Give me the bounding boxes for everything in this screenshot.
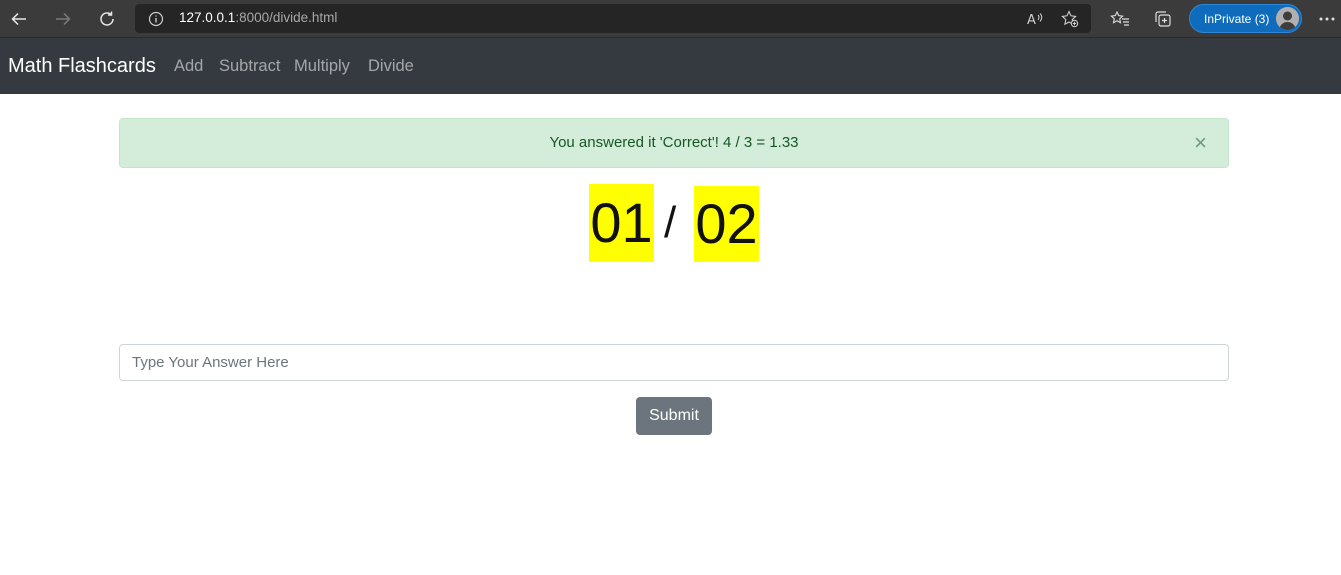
answer-input[interactable] [119, 344, 1229, 381]
more-icon[interactable] [1314, 6, 1340, 32]
nav-link-add[interactable]: Add [174, 57, 203, 76]
inprivate-label: InPrivate (3) [1204, 12, 1270, 26]
url-host: 127.0.0.1 [179, 10, 236, 25]
site-navbar: Math Flashcards Add Subtract Multiply Di… [0, 38, 1341, 94]
nav-link-subtract[interactable]: Subtract [219, 57, 280, 76]
info-icon[interactable] [145, 8, 167, 30]
inprivate-badge[interactable]: InPrivate (3) [1189, 4, 1302, 33]
svg-text:A: A [1027, 13, 1036, 27]
address-bar[interactable]: 127.0.0.1:8000/divide.html A [135, 4, 1091, 33]
address-url: 127.0.0.1:8000/divide.html [179, 10, 337, 25]
submit-button[interactable]: Submit [636, 397, 712, 435]
nav-link-multiply[interactable]: Multiply [294, 57, 350, 76]
collections-icon[interactable] [1150, 6, 1176, 32]
refresh-icon[interactable] [93, 5, 121, 33]
avatar [1276, 7, 1299, 30]
operator-symbol: / [664, 198, 677, 247]
url-path: :8000/divide.html [235, 10, 338, 25]
success-alert: You answered it 'Correct'! 4 / 3 = 1.33 … [119, 118, 1229, 168]
left-operand: 01 [589, 184, 654, 262]
close-icon[interactable]: × [1194, 132, 1207, 154]
right-operand: 02 [694, 186, 759, 262]
nav-link-divide[interactable]: Divide [368, 57, 414, 76]
alert-message: You answered it 'Correct'! 4 / 3 = 1.33 [549, 134, 799, 151]
favorite-add-icon[interactable] [1059, 8, 1081, 30]
forward-icon[interactable] [49, 5, 77, 33]
flashcard-problem: 01 / 02 [0, 184, 1341, 264]
read-aloud-icon[interactable]: A [1024, 8, 1046, 30]
navbar-brand[interactable]: Math Flashcards [8, 55, 156, 78]
browser-toolbar: 127.0.0.1:8000/divide.html A InPrivate (… [0, 0, 1341, 38]
favorites-icon[interactable] [1107, 6, 1133, 32]
back-icon[interactable] [5, 5, 33, 33]
